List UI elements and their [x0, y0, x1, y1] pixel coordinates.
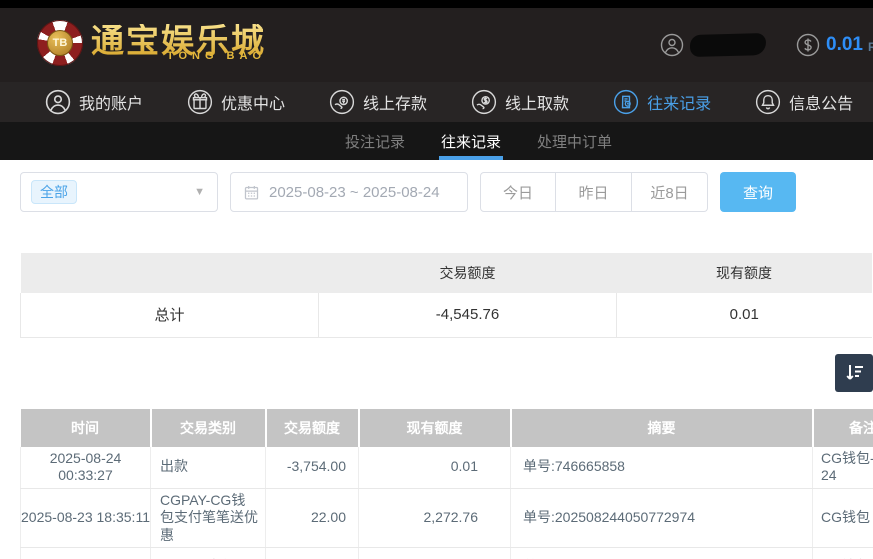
cell-time: 2025-08-23 18:35:11: [20, 547, 151, 559]
filter-bar: 全部 ▼ 2025-08-23 ~ 2025-08-24 今日 昨日 近8日 查…: [20, 172, 873, 212]
cell-time: 2025-08-23 18:35:11: [20, 488, 151, 548]
transactions-table: 时间 交易类别 交易额度 现有额度 摘要 备注 2025-08-24 00:33…: [20, 408, 873, 559]
col-header-summary: 摘要: [510, 408, 814, 447]
tab-pending-orders[interactable]: 处理中订单: [535, 122, 614, 160]
sort-row: [20, 353, 873, 392]
nav-item-promotions[interactable]: 优惠中心: [187, 89, 285, 115]
cell-type: CGPAY支付: [150, 547, 266, 559]
nav-label: 信息公告: [789, 96, 854, 113]
cell-time: 2025-08-24 00:33:27: [20, 446, 151, 489]
summary-header-row: 交易额度 现有额度: [20, 253, 872, 293]
top-strip: [0, 0, 873, 8]
table-row: 2025-08-23 18:35:11 CGPAY-CG钱包支付笔笔送优惠 22…: [20, 488, 873, 548]
nav-label: 我的账户: [79, 96, 144, 113]
hand-coin-icon: [329, 89, 355, 115]
cell-balance: 2,272.76: [358, 488, 511, 548]
nav-label: 优惠中心: [221, 96, 286, 113]
nav-item-transactions[interactable]: 往来记录: [613, 89, 711, 115]
col-header-type: 交易类别: [150, 408, 267, 447]
site-header: TB 通宝娱乐城 TONG BAO 0.01 RMB: [0, 8, 873, 82]
summary-header-trade-amount: 交易额度: [318, 253, 617, 293]
cell-remark: CG钱包: [812, 488, 873, 548]
date-range-value: 2025-08-23 ~ 2025-08-24: [269, 183, 440, 201]
table-header-row: 时间 交易类别 交易额度 现有额度 摘要 备注: [20, 408, 873, 447]
cell-summary: 单号:202508244050772974: [510, 488, 813, 548]
calendar-icon: [244, 185, 259, 200]
clipboard-clock-icon: [613, 89, 639, 115]
user-avatar-icon: [660, 33, 684, 57]
today-button[interactable]: 今日: [480, 172, 556, 212]
chip-monogram: TB: [47, 30, 73, 56]
user-icon: [45, 89, 71, 115]
cell-remark: CG钱包: [812, 547, 873, 559]
tab-bet-records[interactable]: 投注记录: [343, 122, 407, 160]
selected-type-tag[interactable]: 全部: [31, 179, 77, 205]
table-row: 2025-08-23 18:35:11 CGPAY支付 2,200.00 2,2…: [20, 547, 873, 559]
hand-dollar-icon: [471, 89, 497, 115]
username-redacted[interactable]: [689, 33, 767, 57]
nav-item-withdraw[interactable]: 线上取款: [471, 89, 569, 115]
poker-chip-icon: TB: [37, 20, 83, 66]
dollar-icon: [796, 33, 820, 57]
cell-summary: 单号:746665858: [510, 446, 813, 489]
col-header-time: 时间: [20, 408, 152, 447]
bell-icon: [755, 89, 781, 115]
table-row: 2025-08-24 00:33:27 出款 -3,754.00 0.01 单号…: [20, 446, 873, 489]
summary-table: 交易额度 现有额度 总计 -4,545.76 0.01: [20, 253, 872, 338]
nav-label: 往来记录: [647, 96, 712, 113]
cell-remark: CG钱包-提 24: [812, 446, 873, 489]
date-range-input[interactable]: 2025-08-23 ~ 2025-08-24: [230, 172, 468, 212]
main-nav: 我的账户 优惠中心 线上存款 线上取款 往来记录 信息公告: [0, 82, 873, 122]
summary-total-row: 总计 -4,545.76 0.01: [20, 293, 872, 338]
chevron-down-icon: ▼: [194, 186, 205, 198]
nav-item-deposit[interactable]: 线上存款: [329, 89, 427, 115]
yesterday-button[interactable]: 昨日: [556, 172, 632, 212]
main-content: 全部 ▼ 2025-08-23 ~ 2025-08-24 今日 昨日 近8日 查…: [0, 172, 873, 559]
nav-label: 线上存款: [363, 96, 428, 113]
summary-total-label: 总计: [20, 293, 319, 338]
cell-amount: 2,200.00: [265, 547, 359, 559]
last-8-days-button[interactable]: 近8日: [632, 172, 708, 212]
cell-amount: -3,754.00: [265, 446, 359, 489]
cell-amount: 22.00: [265, 488, 359, 548]
quick-date-group: 今日 昨日 近8日: [480, 172, 708, 212]
sort-descending-icon: [846, 364, 863, 380]
cell-balance: 0.01: [358, 446, 511, 489]
header-account-area: 0.01 RMB: [660, 8, 873, 82]
cell-type: 出款: [150, 446, 266, 489]
type-select[interactable]: 全部 ▼: [20, 172, 218, 212]
nav-item-announcements[interactable]: 信息公告: [755, 89, 853, 115]
balance-amount[interactable]: 0.01: [826, 34, 863, 56]
cell-summary: 单号:202508244050772974: [510, 547, 813, 559]
tab-transaction-records[interactable]: 往来记录: [439, 122, 504, 160]
nav-label: 线上取款: [505, 96, 570, 113]
gift-icon: [187, 89, 213, 115]
nav-item-my-account[interactable]: 我的账户: [45, 89, 143, 115]
col-header-amount: 交易额度: [265, 408, 360, 447]
summary-current-amount: 0.01: [616, 293, 872, 338]
col-header-remark: 备注: [812, 408, 873, 447]
search-button[interactable]: 查询: [720, 172, 796, 212]
balance-currency: RMB: [867, 40, 873, 54]
summary-header-current-amount: 现有额度: [616, 253, 872, 293]
sort-descending-button[interactable]: [835, 353, 873, 392]
site-logo[interactable]: TB 通宝娱乐城 TONG BAO: [37, 20, 266, 66]
summary-header-empty: [20, 253, 319, 293]
col-header-balance: 现有额度: [358, 408, 512, 447]
cell-type: CGPAY-CG钱包支付笔笔送优惠: [150, 488, 266, 548]
record-tabs: 投注记录 往来记录 处理中订单: [0, 122, 873, 160]
cell-balance: 2,250.76: [358, 547, 511, 559]
summary-trade-amount: -4,545.76: [318, 293, 617, 338]
app-viewport: TB 通宝娱乐城 TONG BAO 0.01 RMB 我的账: [0, 0, 873, 559]
